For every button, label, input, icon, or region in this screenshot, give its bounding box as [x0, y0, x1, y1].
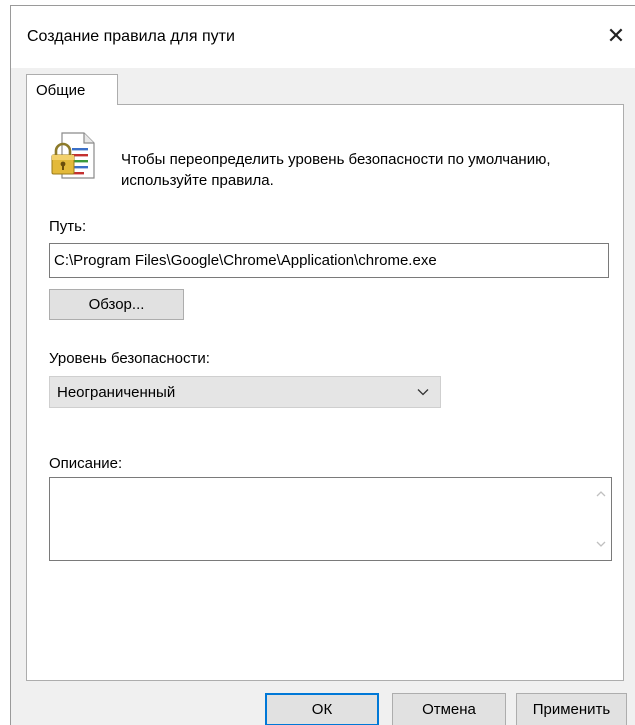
title-bar: Создание правила для пути ✕ — [11, 6, 635, 68]
chevron-down-icon — [417, 389, 429, 396]
tab-general[interactable]: Общие — [26, 74, 118, 105]
close-button[interactable]: ✕ — [601, 21, 631, 51]
cancel-button[interactable]: Отмена — [392, 693, 506, 725]
description-scrollbar[interactable] — [591, 478, 611, 560]
ok-button[interactable]: ОК — [265, 693, 379, 725]
description-label: Описание: — [49, 455, 123, 472]
info-text: Чтобы переопределить уровень безопасност… — [121, 151, 551, 189]
close-icon: ✕ — [606, 23, 626, 48]
security-level-label: Уровень безопасности: — [49, 350, 210, 367]
path-input[interactable] — [49, 243, 609, 278]
lock-document-icon — [51, 132, 95, 179]
window-title: Создание правила для пути — [27, 28, 235, 45]
dialog-window: Создание правила для пути ✕ Общие Чтобы … — [10, 5, 635, 725]
security-level-select[interactable]: Неограниченный — [49, 376, 441, 408]
apply-button[interactable]: Применить — [516, 693, 627, 725]
security-level-value: Неограниченный — [57, 384, 176, 401]
scroll-down-icon[interactable] — [595, 538, 607, 550]
path-label: Путь: — [49, 218, 87, 235]
description-textarea[interactable] — [49, 477, 612, 561]
scroll-up-icon[interactable] — [595, 488, 607, 500]
browse-button[interactable]: Обзор... — [49, 289, 184, 320]
tab-panel: Чтобы переопределить уровень безопасност… — [26, 104, 624, 681]
tab-general-label: Общие — [36, 82, 86, 99]
